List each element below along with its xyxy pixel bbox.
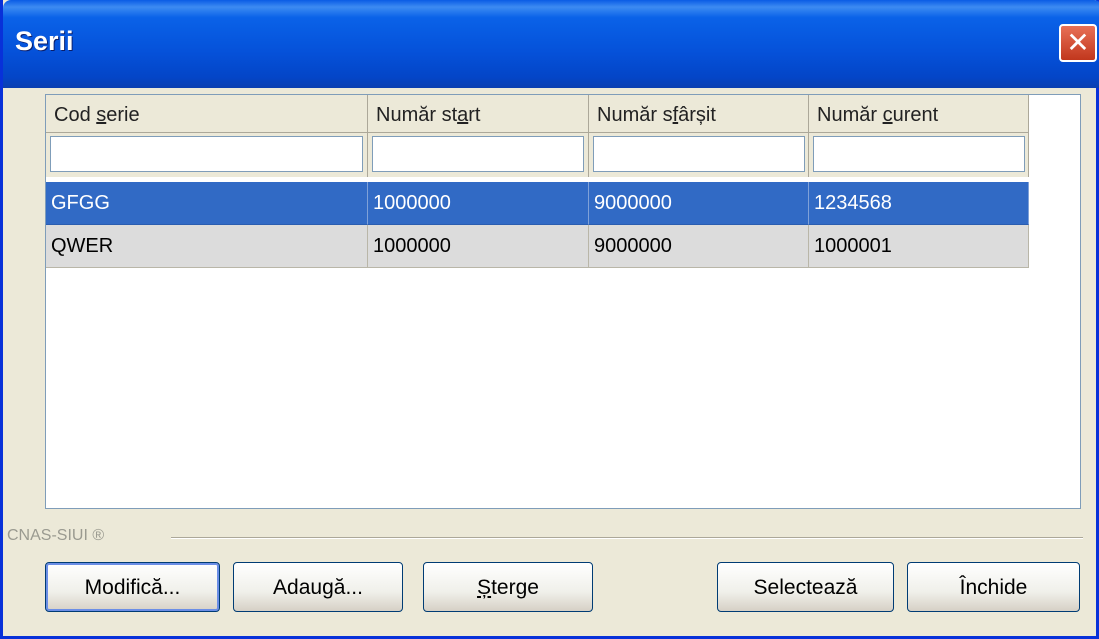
header-text: Număr st bbox=[376, 104, 458, 126]
modify-button[interactable]: Modifică... bbox=[45, 562, 220, 612]
header-accel: c bbox=[882, 104, 893, 126]
cell-numar-start: 1000000 bbox=[368, 225, 589, 268]
cell-numar-curent: 1000001 bbox=[809, 225, 1029, 268]
add-button[interactable]: Adaugă... bbox=[233, 562, 403, 612]
filter-cell bbox=[46, 133, 368, 177]
title-bar[interactable]: Serii ✕ bbox=[3, 0, 1099, 88]
column-header-numar-sfarsit[interactable]: Număr sfârșit bbox=[589, 95, 809, 133]
filter-numar-start-input[interactable] bbox=[372, 136, 584, 172]
cell-numar-sfarsit: 9000000 bbox=[589, 225, 809, 268]
table-row[interactable]: GFGG 1000000 9000000 1234568 bbox=[46, 182, 1029, 225]
cell-numar-sfarsit: 9000000 bbox=[589, 182, 809, 225]
filter-cod-serie-input[interactable] bbox=[50, 136, 363, 172]
cell-cod-serie: GFGG bbox=[46, 182, 368, 225]
select-button[interactable]: Selectează bbox=[717, 562, 894, 612]
window-title: Serii bbox=[15, 26, 74, 56]
column-header-numar-curent[interactable]: Număr curent bbox=[809, 95, 1029, 133]
header-text: Cod bbox=[54, 104, 97, 126]
filter-numar-curent-input[interactable] bbox=[813, 136, 1025, 172]
cell-cod-serie: QWER bbox=[46, 225, 368, 268]
header-text: Număr bbox=[817, 104, 883, 126]
header-text: Număr s bbox=[597, 104, 673, 126]
dialog-window: Serii ✕ Cod serie Număr start Număr sfâr… bbox=[0, 0, 1099, 639]
column-header-cod-serie[interactable]: Cod serie bbox=[46, 95, 368, 133]
filter-cell bbox=[589, 133, 809, 177]
close-window-button[interactable]: ✕ bbox=[1059, 24, 1097, 62]
header-text: ârșit bbox=[678, 104, 716, 126]
footer-label: CNAS-SIUI ® bbox=[7, 527, 105, 544]
delete-label: terge bbox=[491, 576, 539, 599]
close-icon: ✕ bbox=[1066, 27, 1090, 58]
delete-button[interactable]: Șterge bbox=[423, 562, 593, 612]
table-row[interactable]: QWER 1000000 9000000 1000001 bbox=[46, 225, 1029, 268]
header-text: rt bbox=[468, 104, 481, 126]
delete-accel: Ș bbox=[477, 576, 492, 599]
header-text: erie bbox=[106, 104, 140, 126]
close-button[interactable]: Închide bbox=[907, 562, 1080, 612]
filter-cell bbox=[368, 133, 589, 177]
series-table[interactable]: Cod serie Număr start Număr sfârșit Numă… bbox=[45, 94, 1081, 509]
header-accel: s bbox=[96, 104, 107, 126]
cell-numar-start: 1000000 bbox=[368, 182, 589, 225]
filter-cell bbox=[809, 133, 1029, 177]
header-accel: a bbox=[457, 104, 469, 126]
column-header-numar-start[interactable]: Număr start bbox=[368, 95, 589, 133]
footer-divider bbox=[171, 537, 1083, 539]
header-text: urent bbox=[892, 104, 939, 126]
cell-numar-curent: 1234568 bbox=[809, 182, 1029, 225]
filter-numar-sfarsit-input[interactable] bbox=[593, 136, 805, 172]
